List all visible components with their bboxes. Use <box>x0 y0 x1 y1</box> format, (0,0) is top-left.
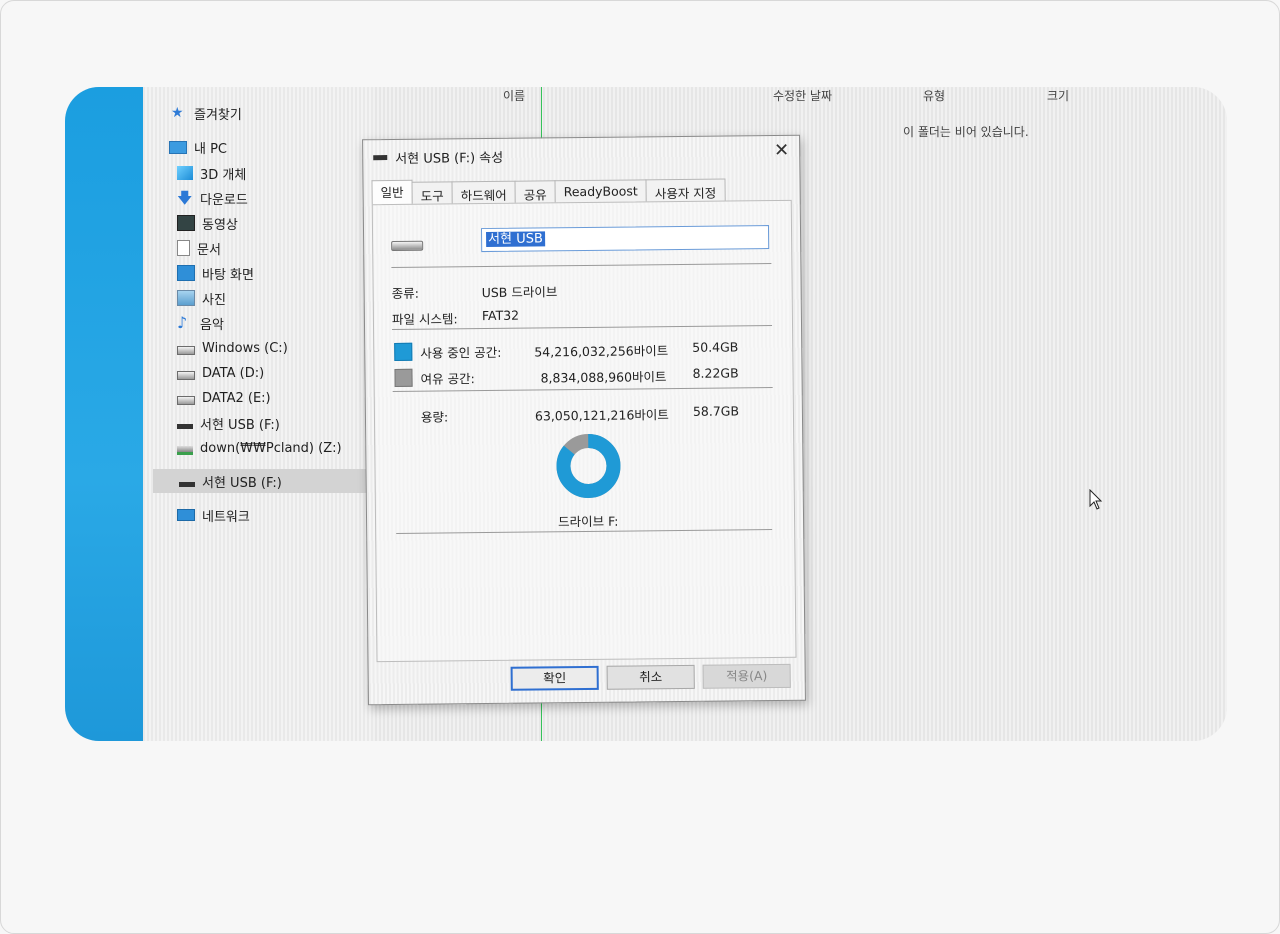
separator <box>391 263 772 269</box>
type-value: USB 드라이브 <box>481 284 558 301</box>
usb-drive-icon <box>373 155 388 161</box>
nav-item-label: 다운로드 <box>200 192 248 208</box>
capacity-size: 58.7GB <box>692 403 740 419</box>
ok-button[interactable]: 확인 <box>510 665 599 691</box>
nav-item-label: 서현 USB (F:) <box>200 417 280 433</box>
free-space-swatch <box>394 368 413 387</box>
download-arrow-icon: 🡇 <box>177 189 193 207</box>
dialog-title-bar: 서현 USB (F:) 속성 <box>373 147 503 167</box>
used-space-label: 사용 중인 공간: <box>420 344 502 361</box>
used-space-bytes: 54,216,032,256바이트 <box>534 343 669 360</box>
network-drive-icon <box>177 446 193 455</box>
separator <box>392 387 773 393</box>
nav-item-label: DATA (D:) <box>202 365 265 381</box>
usb-drive-icon <box>177 424 193 429</box>
general-tab-panel: 서현 USB 종류: USB 드라이브 파일 시스템: FAT32 사용 중인 … <box>371 199 797 663</box>
apply-button[interactable]: 적용(A) <box>702 663 791 689</box>
cancel-button[interactable]: 취소 <box>606 664 695 690</box>
used-space-size: 50.4GB <box>692 339 739 355</box>
network-icon <box>177 509 195 521</box>
desktop-icon <box>177 265 195 281</box>
nav-item-label: Windows (C:) <box>202 340 288 356</box>
nav-item-label: down(₩₩Pcland) (Z:) <box>200 440 342 456</box>
tab-1[interactable]: 도구 <box>411 181 453 204</box>
column-header-modified[interactable]: 수정한 날짜 <box>773 87 832 104</box>
picture-icon <box>177 290 195 306</box>
music-note-icon: ♪ <box>177 313 188 332</box>
monitor-photo: 이름 수정한 날짜 유형 크기 이 폴더는 비어 있습니다. ★ 즐겨찾기 내 … <box>65 87 1227 741</box>
filesystem-label: 파일 시스템: <box>391 311 458 328</box>
tab-4[interactable]: ReadyBoost <box>554 179 647 203</box>
drive-large-icon <box>391 240 424 252</box>
navigation-pane: ★ 즐겨찾기 내 PC 3D 개체 🡇 다운로드동영상문서바탕 화면사진 ♪ 음악 Win… <box>143 87 375 741</box>
nav-item-label: 3D 개체 <box>200 167 247 183</box>
document-icon <box>177 240 190 256</box>
used-space-swatch <box>394 342 413 361</box>
nav-item-label: 문서 <box>197 242 221 258</box>
close-button[interactable]: ✕ <box>774 140 789 161</box>
usb-drive-icon <box>179 482 195 487</box>
video-icon <box>177 215 195 231</box>
capacity-bytes: 63,050,121,216바이트 <box>534 407 669 424</box>
tab-0[interactable]: 일반 <box>371 179 413 205</box>
nav-label: 즐겨찾기 <box>194 107 242 123</box>
drive-icon <box>177 396 195 405</box>
filesystem-value: FAT32 <box>481 307 520 324</box>
nav-selected-drive[interactable]: 서현 USB (F:) <box>153 469 375 493</box>
dialog-title: 서현 USB (F:) 속성 <box>395 150 504 167</box>
nav-label: 네트워크 <box>202 509 250 525</box>
nav-label: 서현 USB (F:) <box>202 475 282 491</box>
tab-2[interactable]: 하드웨어 <box>451 180 516 204</box>
computer-icon <box>169 140 187 154</box>
column-header-size[interactable]: 크기 <box>1047 87 1069 104</box>
column-header-name[interactable]: 이름 <box>503 87 525 104</box>
properties-dialog: 서현 USB (F:) 속성 ✕ 일반 도구 하드웨어 공유 ReadyBoost 사용자… <box>362 134 806 706</box>
empty-folder-message: 이 폴더는 비어 있습니다. <box>903 125 1029 139</box>
nav-quick-access[interactable]: ★ 즐겨찾기 <box>171 101 401 125</box>
drive-icon <box>177 371 195 380</box>
tab-3[interactable]: 공유 <box>514 180 556 203</box>
drive-windows-icon <box>177 346 195 355</box>
usage-donut-chart <box>556 433 621 498</box>
free-space-size: 8.22GB <box>692 365 739 381</box>
volume-name-selected-text: 서현 USB <box>486 231 545 248</box>
free-space-label: 여유 공간: <box>420 371 475 387</box>
nav-label: 내 PC <box>194 141 228 157</box>
free-space-bytes: 8,834,088,960바이트 <box>540 369 667 386</box>
nav-item-label: 음악 <box>200 317 224 333</box>
screenshot-frame: 이름 수정한 날짜 유형 크기 이 폴더는 비어 있습니다. ★ 즐겨찾기 내 … <box>0 0 1280 934</box>
nav-item-label: DATA2 (E:) <box>202 390 271 406</box>
tab-5[interactable]: 사용자 지정 <box>645 178 726 202</box>
volume-name-input[interactable]: 서현 USB <box>480 225 770 253</box>
nav-item-label: 동영상 <box>202 217 238 233</box>
drive-letter-label: 드라이브 F: <box>557 513 619 530</box>
capacity-label: 용량: <box>420 409 449 425</box>
column-header-type[interactable]: 유형 <box>923 87 945 104</box>
star-icon: ★ <box>171 105 184 121</box>
nav-item-label: 바탕 화면 <box>202 267 254 283</box>
type-label: 종류: <box>391 285 419 302</box>
nav-item-label: 사진 <box>202 292 226 308</box>
cube-icon <box>177 166 193 180</box>
